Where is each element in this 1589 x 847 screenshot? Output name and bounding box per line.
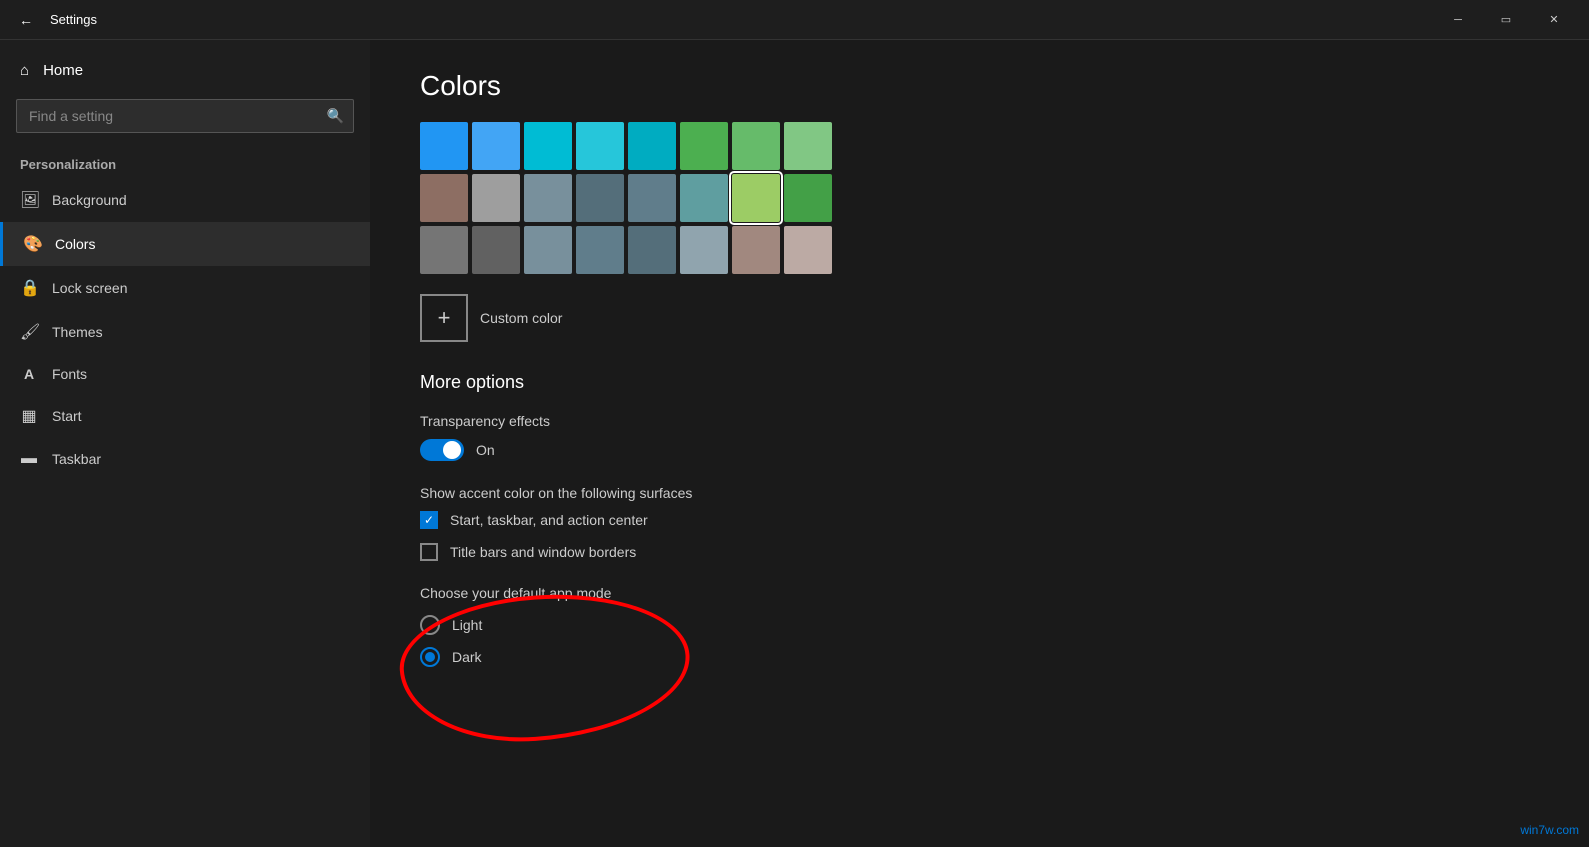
color-swatch-23[interactable] — [784, 226, 832, 274]
back-button[interactable]: ← — [12, 6, 40, 34]
radio-light[interactable]: Light — [420, 615, 611, 635]
sidebar-item-taskbar[interactable]: ▬ Taskbar — [0, 438, 370, 480]
color-swatch-2[interactable] — [524, 122, 572, 170]
close-button[interactable]: ✕ — [1531, 4, 1577, 36]
minimize-button[interactable]: ─ — [1435, 4, 1481, 36]
title-bar: ← Settings ─ ▭ ✕ — [0, 0, 1589, 40]
more-options-title: More options — [420, 372, 1539, 393]
color-swatch-17[interactable] — [472, 226, 520, 274]
color-swatch-21[interactable] — [680, 226, 728, 274]
custom-color-label: Custom color — [480, 310, 562, 326]
color-swatch-0[interactable] — [420, 122, 468, 170]
sidebar-item-start[interactable]: ▦ Start — [0, 394, 370, 438]
color-swatch-13[interactable] — [680, 174, 728, 222]
checkbox-start-taskbar[interactable]: Start, taskbar, and action center — [420, 511, 1539, 529]
color-swatch-7[interactable] — [784, 122, 832, 170]
color-swatch-5[interactable] — [680, 122, 728, 170]
color-swatch-3[interactable] — [576, 122, 624, 170]
checkbox-title-bars[interactable]: Title bars and window borders — [420, 543, 1539, 561]
sidebar-item-background[interactable]: 🖼 Background — [0, 178, 370, 222]
custom-color-button[interactable]: + Custom color — [420, 294, 1539, 342]
color-swatch-9[interactable] — [472, 174, 520, 222]
taskbar-icon: ▬ — [20, 450, 38, 468]
color-swatch-4[interactable] — [628, 122, 676, 170]
sidebar-item-start-label: Start — [52, 408, 82, 424]
checkbox-title-bars-box[interactable] — [420, 543, 438, 561]
color-swatch-6[interactable] — [732, 122, 780, 170]
color-swatch-22[interactable] — [732, 226, 780, 274]
sidebar-item-fonts-label: Fonts — [52, 366, 87, 382]
transparency-label: Transparency effects — [420, 413, 1539, 429]
sidebar-item-themes-label: Themes — [52, 324, 103, 340]
fonts-icon: A — [20, 366, 38, 382]
sidebar-item-lock-label: Lock screen — [52, 280, 127, 296]
color-swatch-10[interactable] — [524, 174, 572, 222]
background-icon: 🖼 — [20, 190, 38, 210]
search-input[interactable] — [16, 99, 354, 133]
app-title: Settings — [50, 12, 97, 27]
toggle-thumb — [443, 441, 461, 459]
checkbox-start-taskbar-box[interactable] — [420, 511, 438, 529]
window-controls: ─ ▭ ✕ — [1435, 4, 1577, 36]
color-swatch-20[interactable] — [628, 226, 676, 274]
color-swatch-11[interactable] — [576, 174, 624, 222]
color-swatch-15[interactable] — [784, 174, 832, 222]
transparency-toggle[interactable] — [420, 439, 464, 461]
sidebar-item-home[interactable]: ⌂ Home — [0, 50, 370, 91]
search-icon: 🔍 — [327, 108, 344, 125]
color-swatch-18[interactable] — [524, 226, 572, 274]
sidebar-item-fonts[interactable]: A Fonts — [0, 354, 370, 394]
app-mode-label: Choose your default app mode — [420, 585, 611, 601]
radio-dark[interactable]: Dark — [420, 647, 611, 667]
color-swatch-8[interactable] — [420, 174, 468, 222]
watermark: win7w.com — [1520, 823, 1579, 837]
radio-light-label: Light — [452, 617, 482, 633]
radio-light-btn[interactable] — [420, 615, 440, 635]
home-icon: ⌂ — [20, 62, 29, 79]
sidebar-item-background-label: Background — [52, 192, 127, 208]
red-circle-annotation — [395, 585, 694, 750]
colors-icon: 🎨 — [23, 234, 41, 254]
color-swatch-19[interactable] — [576, 226, 624, 274]
transparency-toggle-row: On — [420, 439, 1539, 461]
start-icon: ▦ — [20, 406, 38, 426]
sidebar-item-taskbar-label: Taskbar — [52, 451, 101, 467]
sidebar-section-title: Personalization — [0, 147, 370, 178]
color-swatch-12[interactable] — [628, 174, 676, 222]
checkbox-start-taskbar-label: Start, taskbar, and action center — [450, 512, 648, 528]
app-mode-section: Choose your default app mode Light Dark — [420, 585, 611, 679]
lock-icon: 🔒 — [20, 278, 38, 298]
checkbox-title-bars-label: Title bars and window borders — [450, 544, 636, 560]
sidebar: ⌂ Home 🔍 Personalization 🖼 Background 🎨 … — [0, 40, 370, 847]
page-title: Colors — [420, 70, 1539, 102]
sidebar-item-lock-screen[interactable]: 🔒 Lock screen — [0, 266, 370, 310]
color-swatch-grid — [420, 122, 1539, 274]
sidebar-item-colors[interactable]: 🎨 Colors — [0, 222, 370, 266]
restore-button[interactable]: ▭ — [1483, 4, 1529, 36]
color-swatch-1[interactable] — [472, 122, 520, 170]
search-container: 🔍 — [16, 99, 354, 133]
sidebar-item-themes[interactable]: 🖌 Themes — [0, 310, 370, 354]
color-swatch-14[interactable] — [732, 174, 780, 222]
home-label: Home — [43, 62, 83, 79]
accent-surfaces-label: Show accent color on the following surfa… — [420, 485, 1539, 501]
toggle-state-label: On — [476, 442, 495, 458]
main-container: ⌂ Home 🔍 Personalization 🖼 Background 🎨 … — [0, 40, 1589, 847]
themes-icon: 🖌 — [20, 322, 38, 342]
radio-dark-label: Dark — [452, 649, 482, 665]
content-area: Colors + Custom color More options Trans… — [370, 40, 1589, 847]
sidebar-item-colors-label: Colors — [55, 236, 95, 252]
custom-color-box: + — [420, 294, 468, 342]
radio-dark-btn[interactable] — [420, 647, 440, 667]
color-swatch-16[interactable] — [420, 226, 468, 274]
